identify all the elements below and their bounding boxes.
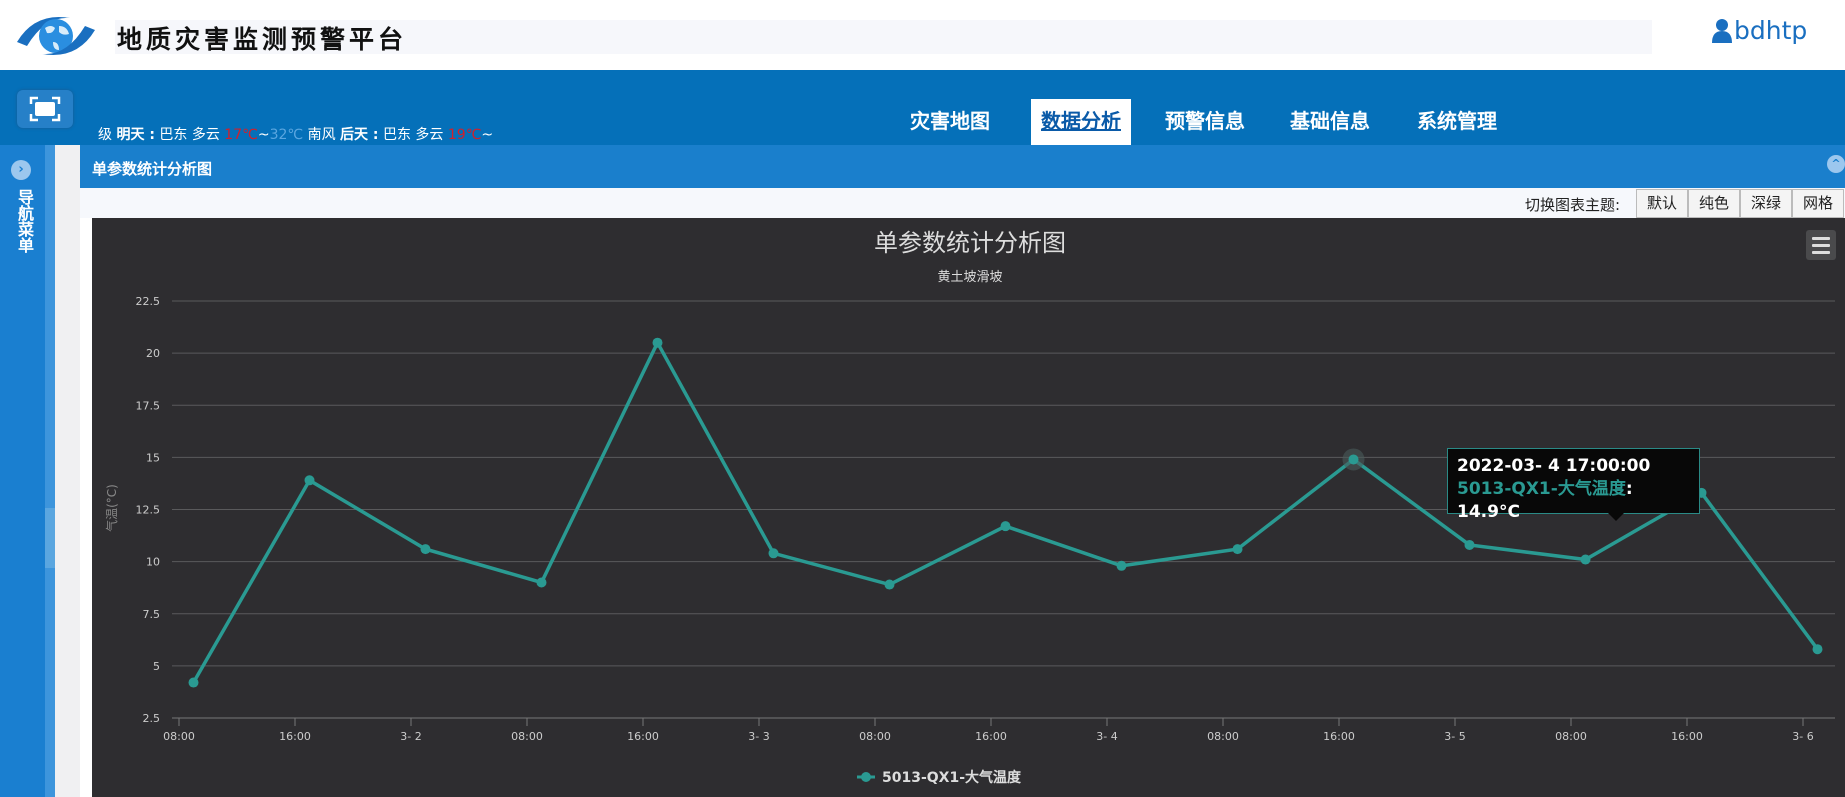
collapse-chevron-up-icon[interactable]: ^	[1827, 155, 1845, 173]
weather-ticker: 级 明天 : 巴东 多云 17℃~32℃ 南风 后天 : 巴东 多云 19℃~	[98, 124, 493, 144]
nav-warning-info[interactable]: 预警信息	[1155, 99, 1255, 145]
chart-title: 单参数统计分析图	[874, 229, 1066, 257]
y-tick-label: 12.5	[136, 504, 161, 517]
data-point[interactable]	[1813, 644, 1823, 654]
data-point[interactable]	[885, 580, 895, 590]
x-tick-label: 16:00	[1671, 730, 1703, 743]
expand-sidebar-icon[interactable]: ›	[11, 160, 31, 180]
x-tick-label: 08:00	[1207, 730, 1239, 743]
tooltip-series: 5013-QX1-大气温度	[1457, 479, 1626, 499]
legend-marker	[861, 772, 871, 782]
splitter-handle[interactable]	[45, 508, 55, 568]
top-header: 地质灾害监测预警平台 bdhtp	[0, 0, 1845, 70]
data-point[interactable]	[1349, 454, 1359, 464]
y-tick-label: 22.5	[136, 295, 161, 308]
legend-item[interactable]: 5013-QX1-大气温度	[857, 769, 1022, 786]
panel-header: 单参数统计分析图 ^	[80, 145, 1845, 188]
chart-subtitle: 黄土坡滑坡	[937, 270, 1002, 285]
x-tick-label: 16:00	[279, 730, 311, 743]
x-tick-label: 3- 5	[1444, 730, 1465, 743]
x-tick-label: 16:00	[627, 730, 659, 743]
tomorrow-place: 巴东 多云	[159, 127, 219, 143]
weather-prefix: 级	[98, 127, 112, 143]
app-title: 地质灾害监测预警平台	[117, 20, 407, 56]
panel-title: 单参数统计分析图	[92, 158, 212, 179]
x-tick-label: 16:00	[975, 730, 1007, 743]
chart-tooltip: 2022-03- 4 17:00:00 5013-QX1-大气温度: 14.9°…	[1447, 448, 1700, 514]
nav-system-admin[interactable]: 系统管理	[1407, 99, 1507, 145]
sidebar-label[interactable]: 导航菜单	[12, 189, 36, 253]
y-tick-label: 7.5	[143, 608, 161, 621]
x-tick-label: 3- 4	[1096, 730, 1117, 743]
y-tick-label: 5	[153, 660, 160, 673]
sidebar: › 导航菜单	[0, 145, 45, 797]
y-tick-label: 10	[146, 556, 160, 569]
x-tick-label: 3- 3	[748, 730, 769, 743]
fullscreen-button[interactable]	[17, 90, 73, 128]
after-label: 后天 :	[340, 127, 378, 143]
theme-grid-button[interactable]: 网格	[1792, 189, 1844, 218]
after-place: 巴东 多云	[383, 127, 443, 143]
data-point[interactable]	[1001, 521, 1011, 531]
theme-darkgreen-button[interactable]: 深绿	[1740, 189, 1792, 218]
x-tick-label: 3- 2	[400, 730, 421, 743]
data-point[interactable]	[769, 548, 779, 558]
data-point[interactable]	[537, 577, 547, 587]
fullscreen-icon	[17, 90, 73, 128]
data-point[interactable]	[653, 338, 663, 348]
y-tick-label: 17.5	[136, 399, 161, 412]
sep: ~	[258, 127, 270, 143]
theme-label: 切换图表主题:	[1525, 194, 1620, 215]
globe-logo-icon	[15, 12, 97, 60]
theme-switcher: 切换图表主题: 默认 纯色 深绿 网格	[80, 188, 1845, 218]
data-point[interactable]	[1233, 544, 1243, 554]
data-point[interactable]	[421, 544, 431, 554]
x-tick-label: 08:00	[859, 730, 891, 743]
nav-data-analysis[interactable]: 数据分析	[1031, 99, 1131, 145]
data-point[interactable]	[305, 475, 315, 485]
tomorrow-low: 17℃	[224, 127, 258, 143]
x-tick-label: 08:00	[163, 730, 195, 743]
y-tick-label: 2.5	[143, 712, 161, 725]
after-sep: ~	[481, 127, 493, 143]
main-nav: 级 明天 : 巴东 多云 17℃~32℃ 南风 后天 : 巴东 多云 19℃~ …	[0, 70, 1845, 145]
x-tick-label: 3- 6	[1792, 730, 1813, 743]
x-tick-label: 16:00	[1323, 730, 1355, 743]
gutter	[55, 145, 80, 797]
legend-label: 5013-QX1-大气温度	[882, 769, 1022, 786]
theme-plain-button[interactable]: 纯色	[1688, 189, 1740, 218]
tomorrow-label: 明天 :	[116, 127, 154, 143]
x-tick-label: 08:00	[1555, 730, 1587, 743]
y-tick-label: 15	[146, 451, 160, 464]
x-tick-label: 08:00	[511, 730, 543, 743]
data-point[interactable]	[189, 678, 199, 688]
data-point[interactable]	[1581, 555, 1591, 565]
nav-basic-info[interactable]: 基础信息	[1280, 99, 1380, 145]
theme-default-button[interactable]: 默认	[1636, 189, 1688, 218]
wind: 南风	[308, 127, 336, 143]
y-axis-title: 气温(°C)	[104, 484, 119, 532]
nav-disaster-map[interactable]: 灾害地图	[900, 99, 1000, 145]
tooltip-time: 2022-03- 4 17:00:00	[1457, 455, 1690, 478]
chart-container: 单参数统计分析图 黄土坡滑坡 气温(°C) 2.5 5 7.5 10 12.5 15 17.…	[92, 218, 1845, 797]
chart-menu-button[interactable]	[1806, 230, 1836, 260]
data-point[interactable]	[1117, 561, 1127, 571]
user-icon	[1712, 19, 1732, 43]
data-point[interactable]	[1465, 540, 1475, 550]
tomorrow-high: 32℃	[270, 127, 304, 143]
username: bdhtp	[1734, 16, 1807, 45]
y-tick-label: 20	[146, 347, 160, 360]
sidebar-splitter[interactable]	[45, 145, 55, 797]
after-low: 19℃	[448, 127, 482, 143]
user-menu[interactable]: bdhtp	[1712, 16, 1807, 45]
